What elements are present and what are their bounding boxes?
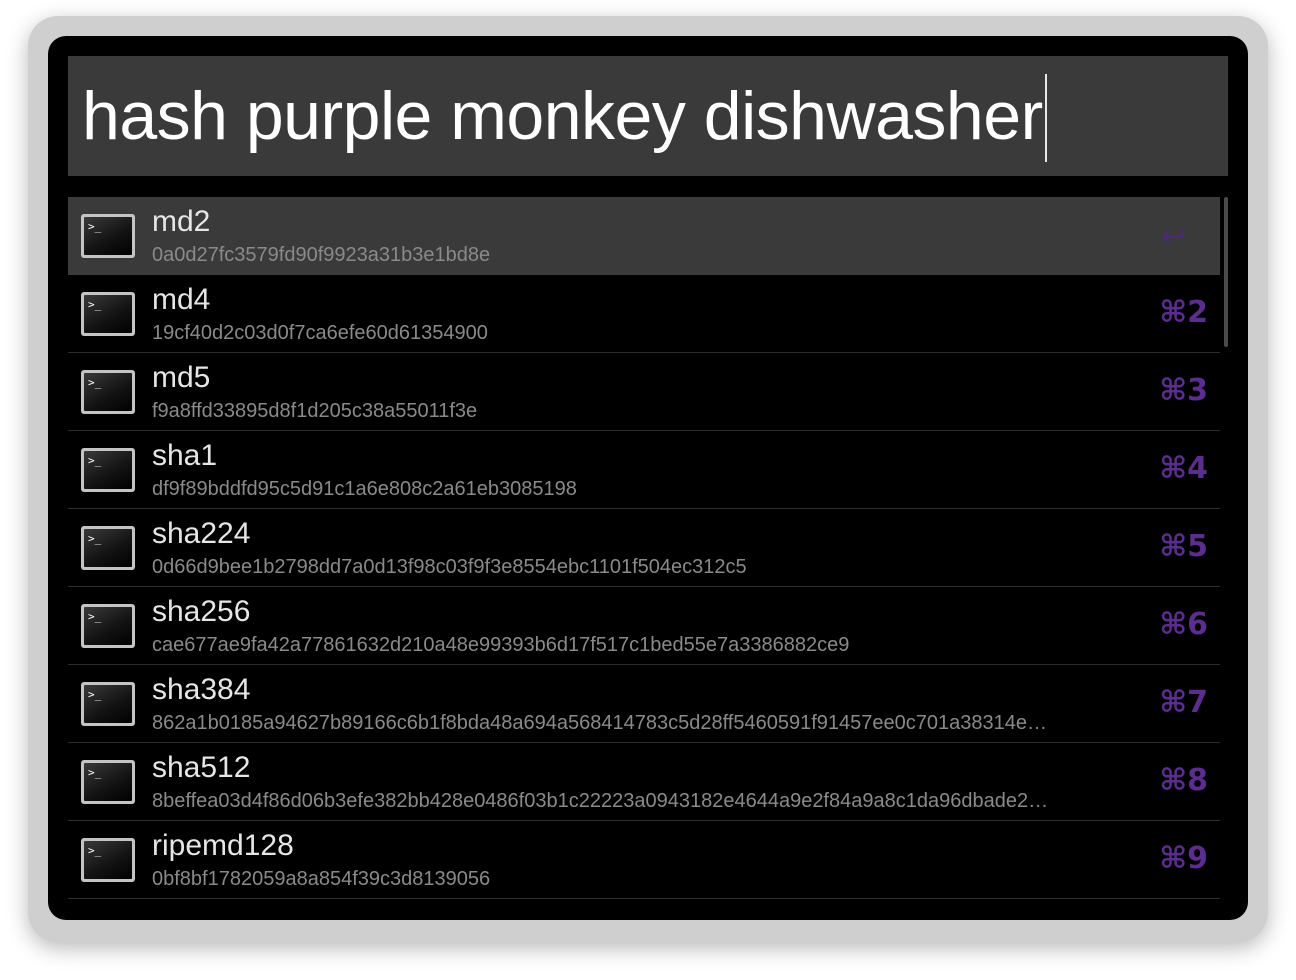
terminal-icon: >_ — [81, 682, 135, 726]
result-row-sha224[interactable]: >_ sha224 0d66d9bee1b2798dd7a0d13f98c03f… — [68, 509, 1220, 587]
result-title: sha224 — [152, 517, 251, 550]
result-shortcut: ⌘2 — [1159, 295, 1208, 330]
terminal-icon: >_ — [81, 370, 135, 414]
result-shortcut: ⌘7 — [1159, 685, 1208, 720]
result-row-ripemd128[interactable]: >_ ripemd128 0bf8bf1782059a8a854f39c3d81… — [68, 821, 1220, 899]
result-subtitle: 0d66d9bee1b2798dd7a0d13f98c03f9f3e8554eb… — [152, 556, 747, 578]
result-shortcut: ⌘8 — [1159, 763, 1208, 798]
result-subtitle: 0bf8bf1782059a8a854f39c3d8139056 — [152, 868, 491, 890]
search-query-text: hash purple monkey dishwasher — [82, 78, 1043, 154]
result-subtitle: 19cf40d2c03d0f7ca6efe60d61354900 — [152, 322, 488, 344]
result-row-sha1[interactable]: >_ sha1 df9f89bddfd95c5d91c1a6e808c2a61e… — [68, 431, 1220, 509]
text-caret — [1044, 74, 1047, 162]
result-title: sha384 — [152, 673, 251, 706]
terminal-icon: >_ — [81, 838, 135, 882]
result-shortcut: ⌘3 — [1159, 373, 1208, 408]
return-key-icon: ↩ — [1160, 219, 1186, 254]
result-subtitle: 0a0d27fc3579fd90f9923a31b3e1bd8e — [152, 244, 491, 266]
result-row-md2[interactable]: >_ md2 0a0d27fc3579fd90f9923a31b3e1bd8e … — [68, 197, 1220, 275]
terminal-icon: >_ — [81, 292, 135, 336]
result-subtitle: cae677ae9fa42a77861632d210a48e99393b6d17… — [152, 634, 850, 656]
result-row-sha384[interactable]: >_ sha384 862a1b0185a94627b89166c6b1f8bd… — [68, 665, 1220, 743]
result-subtitle: f9a8ffd33895d8f1d205c38a55011f3e — [152, 400, 478, 422]
result-shortcut: ⌘6 — [1159, 607, 1208, 642]
search-input[interactable]: hash purple monkey dishwasher — [68, 56, 1228, 176]
terminal-icon: >_ — [81, 526, 135, 570]
result-subtitle: 862a1b0185a94627b89166c6b1f8bda48a694a56… — [152, 712, 1047, 734]
result-row-md5[interactable]: >_ md5 f9a8ffd33895d8f1d205c38a55011f3e … — [68, 353, 1220, 431]
launcher-panel: hash purple monkey dishwasher >_ md2 0a0… — [48, 36, 1248, 920]
results-scrollbar[interactable] — [1224, 197, 1228, 347]
result-row-md4[interactable]: >_ md4 19cf40d2c03d0f7ca6efe60d61354900 … — [68, 275, 1220, 353]
result-title: sha256 — [152, 595, 251, 628]
result-shortcut: ⌘5 — [1159, 529, 1208, 564]
terminal-icon: >_ — [81, 448, 135, 492]
result-title: ripemd128 — [152, 829, 294, 862]
results-list: >_ md2 0a0d27fc3579fd90f9923a31b3e1bd8e … — [68, 197, 1220, 899]
result-row-sha512[interactable]: >_ sha512 8beffea03d4f86d06b3efe382bb428… — [68, 743, 1220, 821]
terminal-icon: >_ — [81, 214, 135, 258]
result-title: sha512 — [152, 751, 251, 784]
terminal-icon: >_ — [81, 604, 135, 648]
terminal-icon: >_ — [81, 760, 135, 804]
result-shortcut: ⌘9 — [1159, 841, 1208, 876]
result-shortcut: ⌘4 — [1159, 451, 1208, 486]
result-title: md2 — [152, 205, 211, 238]
result-title: md4 — [152, 283, 211, 316]
result-subtitle: 8beffea03d4f86d06b3efe382bb428e0486f03b1… — [152, 790, 1049, 812]
result-row-sha256[interactable]: >_ sha256 cae677ae9fa42a77861632d210a48e… — [68, 587, 1220, 665]
result-title: md5 — [152, 361, 211, 394]
result-subtitle: df9f89bddfd95c5d91c1a6e808c2a61eb3085198 — [152, 478, 577, 500]
result-title: sha1 — [152, 439, 218, 472]
